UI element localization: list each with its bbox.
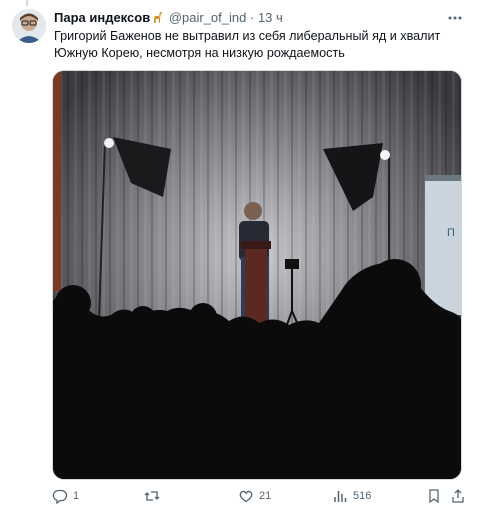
- reply-count: 1: [73, 490, 80, 502]
- author-handle[interactable]: @pair_of_ind: [169, 10, 247, 25]
- share-icon: [452, 489, 464, 503]
- tweet[interactable]: Пара индексов @pair_of_ind · 13 ч Григор…: [0, 0, 477, 513]
- author-name[interactable]: Пара индексов: [54, 10, 150, 25]
- slide-text: П: [447, 227, 455, 239]
- like-count: 21: [259, 490, 272, 502]
- views-count: 516: [353, 490, 372, 502]
- thread-line: [26, 0, 28, 6]
- tweet-text: Григорий Баженов не вытравил из себя либ…: [54, 29, 441, 60]
- views-button[interactable]: 516: [332, 486, 371, 506]
- heart-icon: [239, 490, 253, 503]
- giraffe-emoji-icon: [154, 12, 163, 23]
- avatar[interactable]: [12, 9, 46, 43]
- share-button[interactable]: [450, 486, 466, 506]
- reply-icon: [52, 489, 68, 504]
- avatar-image: [12, 9, 46, 43]
- retweet-button[interactable]: [144, 486, 165, 506]
- separator-dot: ·: [249, 10, 255, 25]
- more-options-icon[interactable]: [446, 9, 464, 27]
- views-icon: [334, 491, 347, 502]
- action-bar: 1 21 516: [52, 486, 467, 506]
- bookmark-icon: [429, 489, 439, 504]
- retweet-icon: [144, 491, 160, 501]
- reply-button[interactable]: 1: [52, 486, 79, 506]
- tweet-header: Пара индексов @pair_of_ind · 13 ч: [54, 9, 447, 27]
- stage-photo: П: [53, 71, 461, 479]
- bookmark-button[interactable]: [426, 486, 442, 506]
- tweet-time[interactable]: 13 ч: [258, 10, 283, 25]
- like-button[interactable]: 21: [238, 486, 271, 506]
- tweet-photo[interactable]: П: [52, 70, 462, 480]
